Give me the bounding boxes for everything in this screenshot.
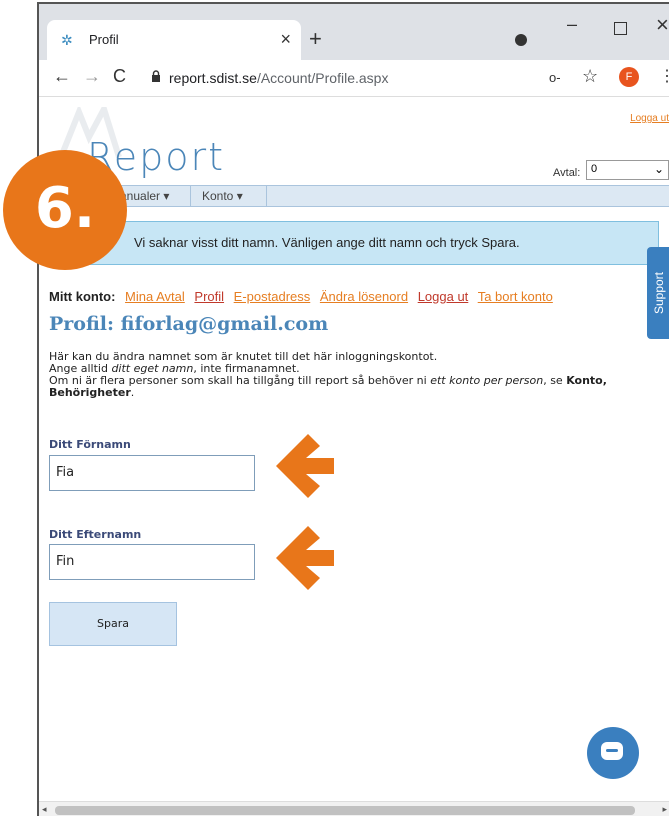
arrow-left-icon — [276, 526, 334, 590]
chevron-down-icon: ⌄ — [653, 162, 664, 176]
arrow-left-icon — [276, 434, 334, 498]
tab-title: Profil — [89, 32, 119, 47]
menu-divider — [266, 186, 267, 206]
first-name-label: Ditt Förnamn — [49, 438, 131, 451]
scroll-left-icon[interactable]: ◂ — [42, 804, 47, 815]
chat-icon — [601, 742, 623, 760]
save-button[interactable]: Spara — [49, 602, 177, 646]
last-name-input[interactable]: Fin — [49, 544, 255, 580]
url-host: report.sdist.se — [169, 70, 257, 86]
page-description: Här kan du ändra namnet som är knutet ti… — [49, 351, 659, 399]
lock-icon — [152, 70, 160, 82]
avtal-select[interactable]: 0 ⌄ — [586, 160, 669, 180]
url-path: /Account/Profile.aspx — [256, 70, 389, 86]
browser-menu-icon[interactable]: ⋮ — [659, 66, 669, 86]
account-label: Mitt konto: — [49, 289, 116, 304]
url-bar[interactable]: report.sdist.se/Account/Profile.aspx — [169, 70, 388, 86]
step-badge: 6. — [3, 150, 127, 270]
horizontal-scrollbar[interactable]: ◂ ▸ — [39, 801, 669, 816]
bookmark-star-icon[interactable]: ☆ — [582, 66, 598, 87]
desc-text: , se — [543, 374, 567, 387]
page-content: Report Logga ut Avtal: 0 ⌄ Manualer ▾ Ko… — [39, 97, 669, 801]
support-tab[interactable]: Support — [647, 247, 669, 339]
logout-link-top[interactable]: Logga ut — [630, 113, 669, 124]
new-tab-button[interactable]: + — [309, 26, 322, 52]
browser-tab[interactable]: ✲ Profil × — [47, 20, 301, 60]
media-control-icon[interactable] — [515, 34, 527, 46]
profile-avatar[interactable]: F — [619, 67, 639, 87]
support-label: Support — [652, 271, 666, 315]
forward-icon[interactable]: → — [83, 66, 101, 87]
link-mina-avtal[interactable]: Mina Avtal — [125, 289, 185, 304]
menu-divider — [190, 186, 191, 206]
browser-window: ✲ Profil × + – × ← → C report.sdist.se/A… — [37, 2, 669, 816]
account-nav: Mitt konto: Mina Avtal Profil E-postadre… — [49, 289, 559, 304]
reload-icon[interactable]: C — [113, 66, 126, 87]
page-title: Profil: fiforlag@gmail.com — [49, 313, 329, 335]
first-name-input[interactable]: Fia — [49, 455, 255, 491]
back-icon[interactable]: ← — [53, 66, 71, 87]
key-icon[interactable]: o‑ — [549, 70, 561, 85]
alert-text: Vi saknar visst ditt namn. Vänligen ange… — [134, 235, 520, 250]
link-andra-losenord[interactable]: Ändra lösenord — [320, 289, 408, 304]
link-profil[interactable]: Profil — [194, 289, 224, 304]
desc-text: . — [130, 386, 135, 399]
address-toolbar: ← → C report.sdist.se/Account/Profile.as… — [39, 60, 669, 97]
tab-close-icon[interactable]: × — [280, 29, 291, 50]
avtal-value: 0 — [591, 163, 598, 175]
desc-line-3: Om ni är flera personer som skall ha til… — [49, 375, 659, 399]
minimize-button[interactable]: – — [567, 14, 577, 35]
close-window-button[interactable]: × — [656, 12, 669, 38]
avtal-label: Avtal: — [553, 167, 581, 179]
desc-emphasis: ett konto per person — [430, 374, 544, 387]
last-name-label: Ditt Efternamn — [49, 528, 142, 541]
maximize-button[interactable] — [614, 22, 627, 35]
link-logga-ut[interactable]: Logga ut — [418, 289, 469, 304]
link-epostadress[interactable]: E-postadress — [234, 289, 311, 304]
scroll-right-icon[interactable]: ▸ — [662, 804, 667, 815]
chat-button[interactable] — [587, 727, 639, 779]
scroll-thumb[interactable] — [55, 806, 635, 815]
link-ta-bort-konto[interactable]: Ta bort konto — [478, 289, 553, 304]
main-menu: Manualer ▾ Konto ▾ — [39, 185, 669, 207]
report-favicon-icon: ✲ — [61, 32, 73, 48]
info-alert: Vi saknar visst ditt namn. Vänligen ange… — [41, 221, 659, 265]
menu-konto[interactable]: Konto ▾ — [202, 189, 243, 203]
tab-strip: ✲ Profil × + – × — [39, 4, 669, 60]
